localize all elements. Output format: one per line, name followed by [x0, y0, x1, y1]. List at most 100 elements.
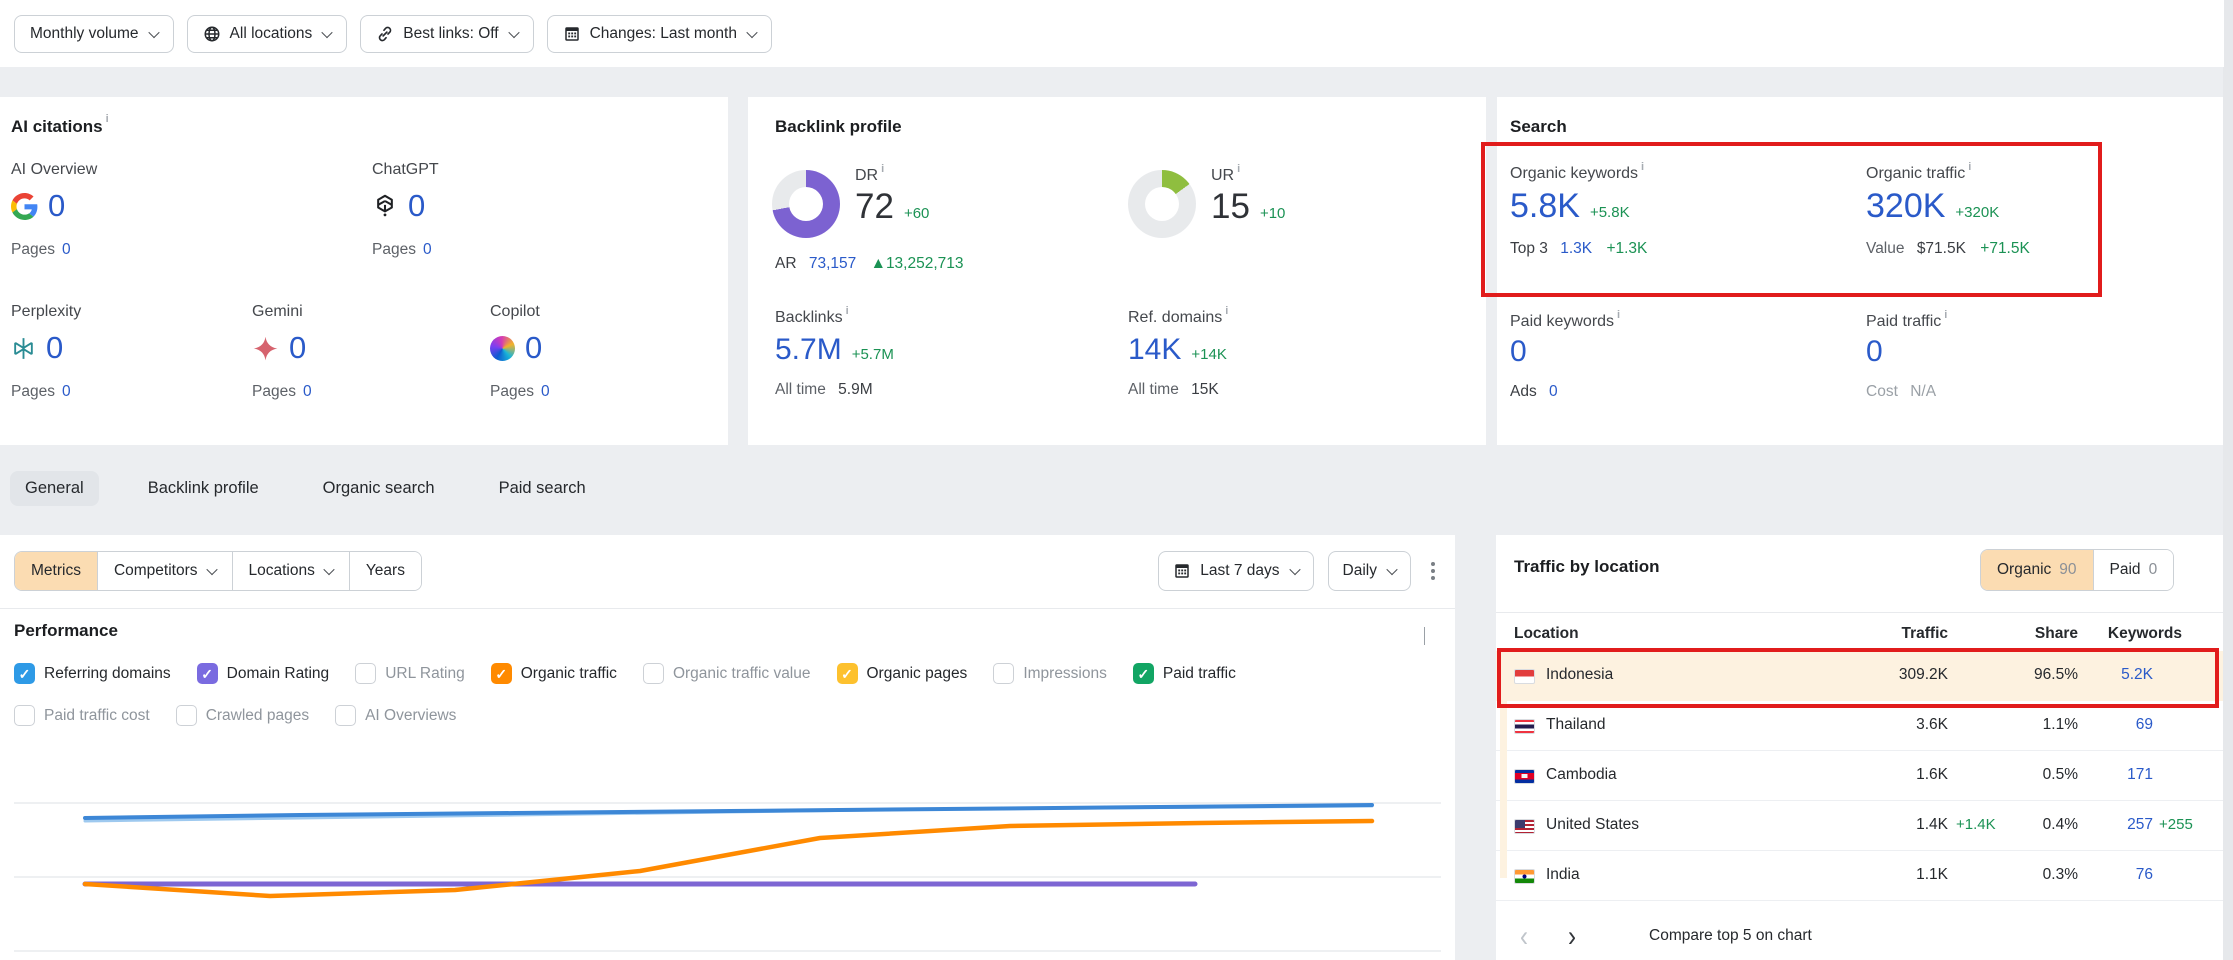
segment-locations[interactable]: Locations: [232, 552, 349, 590]
keywords-link[interactable]: 69: [2136, 716, 2153, 734]
next-page-icon[interactable]: ›: [1568, 915, 1576, 960]
info-icon[interactable]: i: [1225, 305, 1228, 317]
keywords-link[interactable]: 257: [2127, 816, 2153, 834]
info-icon[interactable]: i: [1641, 161, 1644, 173]
table-row-india[interactable]: India1.1K0.3%76: [1496, 851, 2223, 901]
pages-value-link[interactable]: 0: [541, 383, 550, 400]
info-icon[interactable]: i: [846, 305, 849, 317]
more-options-kebab[interactable]: [1425, 556, 1441, 586]
metric-checkbox-organic-traffic[interactable]: ✓Organic traffic: [491, 663, 617, 684]
info-icon[interactable]: i: [1617, 309, 1620, 321]
ai-item-pages: Pages0: [490, 383, 720, 401]
tab-general[interactable]: General: [10, 471, 99, 506]
paid-keywords-value-link[interactable]: 0: [1510, 335, 1527, 368]
tab-paid-search[interactable]: Paid search: [484, 471, 601, 506]
metric-checkbox-domain-rating[interactable]: ✓Domain Rating: [197, 663, 330, 684]
pages-label: Pages: [372, 241, 416, 258]
ai-item-value-link[interactable]: 0: [408, 188, 425, 224]
top3-value-link[interactable]: 1.3K: [1560, 240, 1592, 257]
tab-backlink-profile[interactable]: Backlink profile: [133, 471, 274, 506]
chevron-down-icon: [1386, 564, 1397, 575]
dr-value: 72: [855, 187, 894, 227]
pages-value-link[interactable]: 0: [423, 241, 432, 258]
ai-item-copilot: Copilot0Pages0: [490, 303, 720, 401]
calendar-icon: [1173, 562, 1191, 580]
toolbar-filter-all-locations[interactable]: All locations: [187, 15, 348, 53]
report-tabs: General Backlink profile Organic search Pai…: [10, 468, 601, 508]
backlinks-value-link[interactable]: 5.7M: [775, 333, 842, 367]
paid-traffic-value-link[interactable]: 0: [1866, 335, 1883, 368]
flag-icon-us: [1514, 819, 1535, 834]
pages-value-link[interactable]: 0: [62, 241, 71, 258]
flag-icon-id: [1514, 669, 1535, 684]
metric-checkbox-ai-overviews[interactable]: AI Overviews: [335, 705, 456, 726]
segment-years[interactable]: Years: [349, 552, 421, 590]
compare-top5-label[interactable]: Compare top 5 on chart: [1649, 927, 1812, 945]
keywords-link[interactable]: 76: [2136, 866, 2153, 884]
keywords-link[interactable]: 5.2K: [2121, 666, 2153, 684]
metric-checkbox-impressions[interactable]: Impressions: [993, 663, 1107, 684]
chatgpt-icon: [372, 193, 398, 219]
column-share[interactable]: Share: [2035, 625, 2078, 643]
toggle-label: Organic: [1997, 561, 2051, 579]
ai-item-chatgpt: ChatGPT0Pages0: [372, 161, 602, 259]
metric-checkbox-organic-pages[interactable]: ✓Organic pages: [837, 663, 968, 684]
prev-page-icon[interactable]: ‹: [1520, 915, 1528, 960]
checkbox-checked-icon: ✓: [197, 663, 218, 684]
toolbar-filter-label: Best links: Off: [403, 25, 498, 43]
ads-value-link[interactable]: 0: [1549, 383, 1558, 400]
toggle-paid[interactable]: Paid0: [2093, 550, 2174, 590]
metric-checkbox-crawled-pages[interactable]: Crawled pages: [176, 705, 309, 726]
table-row-cambodia[interactable]: Cambodia1.6K0.5%171: [1496, 751, 2223, 801]
metric-checkbox-referring-domains[interactable]: ✓Referring domains: [14, 663, 171, 684]
info-icon[interactable]: i: [1237, 163, 1240, 175]
ai-citations-title-text: AI citations: [11, 117, 103, 136]
segment-competitors[interactable]: Competitors: [97, 552, 232, 590]
metric-checkbox-url-rating[interactable]: URL Rating: [355, 663, 465, 684]
granularity-dropdown[interactable]: Daily: [1328, 551, 1411, 591]
info-icon[interactable]: i: [1968, 161, 1971, 173]
ai-item-value-link[interactable]: 0: [46, 330, 63, 366]
toggle-organic[interactable]: Organic90: [1981, 550, 2093, 590]
toolbar-filter-best-links-off[interactable]: Best links: Off: [360, 15, 533, 53]
table-row-thailand[interactable]: Thailand3.6K1.1%69: [1496, 701, 2223, 751]
toolbar-filter-changes-last-month[interactable]: Changes: Last month: [547, 15, 772, 53]
segment-metrics[interactable]: Metrics: [15, 552, 97, 590]
organic-keywords-value-link[interactable]: 5.8K: [1510, 187, 1580, 226]
ai-item-pages: Pages 0: [372, 241, 602, 259]
paid-traffic-label: Paid traffici: [1866, 313, 1947, 331]
tab-organic-search[interactable]: Organic search: [308, 471, 450, 506]
info-icon[interactable]: i: [106, 113, 109, 125]
ai-item-value-link[interactable]: 0: [48, 188, 65, 224]
checkbox-unchecked-icon: [355, 663, 376, 684]
ai-item-value-link[interactable]: 0: [289, 330, 306, 366]
location-table-header: Location Traffic Share Keywords: [1496, 619, 2223, 651]
keywords-link[interactable]: 171: [2127, 766, 2153, 784]
info-icon[interactable]: i: [1944, 309, 1947, 321]
ai-item-pages: Pages0: [252, 383, 482, 401]
date-range-dropdown[interactable]: Last 7 days: [1158, 551, 1313, 591]
share-value: 1.1%: [2043, 716, 2078, 734]
pages-value-link[interactable]: 0: [303, 383, 312, 400]
location-name: Cambodia: [1546, 766, 1617, 784]
metric-checkbox-paid-traffic-cost[interactable]: Paid traffic cost: [14, 705, 150, 726]
table-row-united-states[interactable]: United States1.4K0.4%257+1.4K+255: [1496, 801, 2223, 851]
info-icon[interactable]: i: [881, 163, 884, 175]
vertical-scrollbar[interactable]: [2223, 0, 2233, 960]
toolbar-filter-monthly-volume[interactable]: Monthly volume: [14, 15, 174, 53]
collapse-section-icon[interactable]: [1422, 627, 1425, 645]
metric-checkbox-paid-traffic[interactable]: ✓Paid traffic: [1133, 663, 1236, 684]
metric-checkbox-organic-traffic-value[interactable]: Organic traffic value: [643, 663, 811, 684]
column-keywords[interactable]: Keywords: [2108, 625, 2182, 643]
ref-domains-value-link[interactable]: 14K: [1128, 333, 1181, 367]
ref-domains-alltime: All time 15K: [1128, 381, 1228, 399]
copilot-icon: [490, 336, 515, 361]
pages-value-link[interactable]: 0: [62, 383, 71, 400]
ai-item-value-link[interactable]: 0: [525, 330, 542, 366]
organic-traffic-value-link[interactable]: 320K: [1866, 187, 1945, 226]
column-traffic[interactable]: Traffic: [1901, 625, 1948, 643]
column-location[interactable]: Location: [1514, 625, 1579, 643]
ar-value-link[interactable]: 73,157: [809, 255, 856, 272]
ai-item-label: Copilot: [490, 303, 720, 321]
table-row-indonesia[interactable]: Indonesia309.2K96.5%5.2K: [1496, 651, 2223, 701]
